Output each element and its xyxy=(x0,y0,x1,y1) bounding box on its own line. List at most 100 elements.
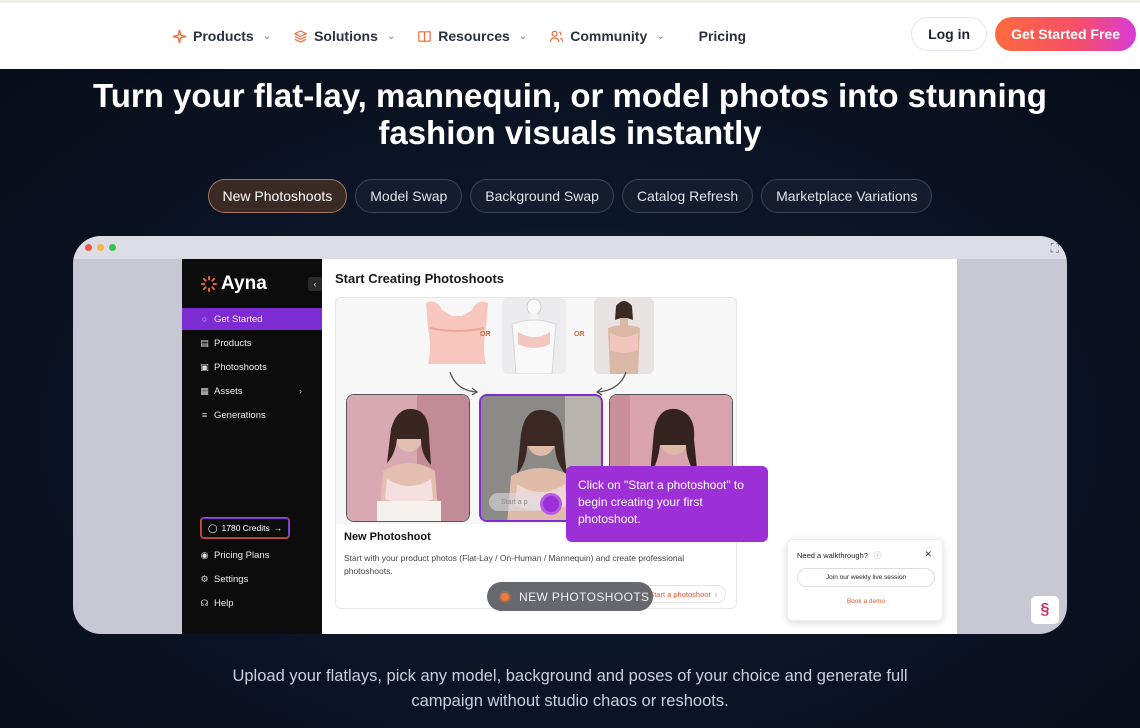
headphones-icon: ☊ xyxy=(200,597,209,608)
tab-background-swap[interactable]: Background Swap xyxy=(470,179,614,213)
close-icon[interactable]: ✕ xyxy=(924,549,932,560)
tag-icon: ◉ xyxy=(200,549,209,560)
image-icon: ▦ xyxy=(200,385,209,396)
sidebar-item-label: Generations xyxy=(214,409,266,421)
app-screen: Ayna ‹ ○ Get Started ▤ Products ▣ Photos… xyxy=(182,259,957,634)
sidebar-item-photoshoots[interactable]: ▣ Photoshoots xyxy=(182,356,322,378)
credits-button[interactable]: ◯ 1780 Credits → xyxy=(200,517,291,539)
close-dot-icon xyxy=(85,244,92,251)
top-navigation: Products ⌄ Solutions ⌄ Resources ⌄ Commu… xyxy=(0,0,1140,69)
page-title: Start Creating Photoshoots xyxy=(335,271,505,286)
collapse-sidebar-button[interactable]: ‹ xyxy=(308,277,322,291)
nav-item-label: Solutions xyxy=(314,28,378,44)
sidebar-item-help[interactable]: ☊ Help xyxy=(182,592,322,614)
sparkle-icon xyxy=(172,29,187,43)
nav-item-resources[interactable]: Resources ⌄ xyxy=(417,28,527,44)
minimize-dot-icon xyxy=(97,244,104,251)
join-live-session-button[interactable]: Join our weekly live session xyxy=(797,568,935,587)
coin-icon: ◯ xyxy=(208,522,218,533)
walkthrough-title: Need a walkthrough? ⓘ xyxy=(797,550,881,561)
chevron-down-icon: ⌄ xyxy=(518,30,528,42)
onboarding-tooltip: Click on "Start a photoshoot" to begin c… xyxy=(566,466,768,542)
info-icon: ⓘ xyxy=(873,551,882,560)
window-titlebar: ⛶ xyxy=(73,236,1067,259)
nav-item-community[interactable]: Community ⌄ xyxy=(549,28,665,44)
tab-model-swap[interactable]: Model Swap xyxy=(355,179,463,213)
chat-widget-icon[interactable]: § xyxy=(1031,596,1059,624)
nav-item-label: Pricing xyxy=(698,28,747,44)
sidebar-item-get-started[interactable]: ○ Get Started xyxy=(182,308,322,330)
nav-item-solutions[interactable]: Solutions ⌄ xyxy=(293,28,395,44)
hero-subtext: Upload your flatlays, pick any model, ba… xyxy=(0,664,1140,714)
mannequin-product-image xyxy=(502,298,566,374)
chevron-down-icon: ⌄ xyxy=(262,30,272,42)
new-photoshoots-badge: NEW PHOTOSHOOTS xyxy=(487,582,653,611)
or-label: OR xyxy=(480,331,491,338)
sidebar-item-label: Settings xyxy=(214,573,249,585)
start-photoshoot-label: Start a photoshoot xyxy=(649,589,711,599)
chevron-down-icon: ⌄ xyxy=(656,30,665,42)
sidebar-item-label: Pricing Plans xyxy=(214,549,270,561)
nav-item-label: Community xyxy=(570,28,648,44)
sidebar-item-products[interactable]: ▤ Products xyxy=(182,332,322,354)
nav-item-label: Resources xyxy=(438,28,510,44)
or-label: OR xyxy=(574,331,585,338)
badge-label: NEW PHOTOSHOOTS xyxy=(519,589,650,604)
app-preview-window: ⛶ Ayna ‹ ○ Get Started ▤ Products ▣ Phot… xyxy=(73,236,1067,634)
users-icon xyxy=(550,30,564,42)
start-photoshoot-link[interactable]: Start a photoshoot › xyxy=(640,585,726,603)
sidebar-item-generations[interactable]: ≡ Generations xyxy=(182,404,322,426)
chevron-right-icon: › xyxy=(714,589,718,599)
sidebar-item-label: Products xyxy=(214,337,252,349)
sidebar-item-settings[interactable]: ⚙ Settings xyxy=(182,568,322,590)
camera-icon: ▣ xyxy=(200,361,209,372)
tab-catalog-refresh[interactable]: Catalog Refresh xyxy=(621,179,754,213)
model-product-image xyxy=(594,298,654,374)
gear-icon: ⚙ xyxy=(200,573,209,584)
walkthrough-popup: Need a walkthrough? ⓘ ✕ Join our weekly … xyxy=(787,539,943,621)
nav-menu: Products ⌄ Solutions ⌄ Resources ⌄ Commu… xyxy=(172,3,768,69)
brand-logo: Ayna xyxy=(200,273,267,295)
new-photoshoot-card[interactable]: OR OR New Photoshoot Start with your pro… xyxy=(335,297,737,609)
hero-section: Turn your flat-lay, mannequin, or model … xyxy=(0,69,1140,728)
get-started-button[interactable]: Get Started Free xyxy=(995,17,1136,51)
nav-actions: Log in Get Started Free xyxy=(911,17,1136,51)
rocket-icon: ○ xyxy=(201,314,208,324)
sidebar-item-label: Assets xyxy=(214,385,243,397)
walkthrough-title-text: Need a walkthrough? xyxy=(797,551,868,560)
nav-item-label: Products xyxy=(193,28,254,44)
pointer-indicator xyxy=(540,493,562,515)
status-dot-icon xyxy=(501,592,509,601)
sidebar-item-label: Help xyxy=(214,597,234,609)
credits-label: 1780 Credits xyxy=(221,523,270,533)
sidebar-item-label: Get Started xyxy=(214,313,263,325)
chevron-right-icon: › xyxy=(299,386,302,396)
sidebar-item-pricing-plans[interactable]: ◉ Pricing Plans xyxy=(182,544,322,566)
book-demo-link[interactable]: Book a demo xyxy=(788,598,944,605)
nav-item-pricing[interactable]: Pricing xyxy=(699,28,746,44)
brand-name: Ayna xyxy=(221,273,267,294)
chevron-down-icon: ⌄ xyxy=(386,30,396,42)
sidebar-item-label: Photoshoots xyxy=(214,361,267,373)
fullscreen-icon[interactable]: ⛶ xyxy=(1051,241,1059,256)
result-photo-1 xyxy=(346,394,470,522)
nav-item-products[interactable]: Products ⌄ xyxy=(172,28,271,44)
start-photoshoot-button-ghost[interactable]: Start a p xyxy=(489,493,547,511)
hero-headline: Turn your flat-lay, mannequin, or model … xyxy=(0,77,1140,151)
login-button[interactable]: Log in xyxy=(911,17,988,51)
app-sidebar: Ayna ‹ ○ Get Started ▤ Products ▣ Photos… xyxy=(182,259,322,634)
feature-tabs: New Photoshoots Model Swap Background Sw… xyxy=(0,179,1140,213)
headline-line-2: fashion visuals instantly xyxy=(378,114,762,151)
headline-line-1: Turn your flat-lay, mannequin, or model … xyxy=(93,77,1047,114)
layers-icon xyxy=(293,29,308,43)
subtext-line-1: Upload your flatlays, pick any model, ba… xyxy=(232,667,908,685)
sidebar-item-assets[interactable]: ▦ Assets › xyxy=(182,380,322,402)
card-title: New Photoshoot xyxy=(344,531,431,543)
arrow-right-icon: → xyxy=(273,523,283,533)
tab-marketplace-variations[interactable]: Marketplace Variations xyxy=(761,179,933,213)
maximize-dot-icon xyxy=(109,244,116,251)
book-icon xyxy=(418,30,431,42)
tab-new-photoshoots[interactable]: New Photoshoots xyxy=(207,179,348,213)
box-icon: ▤ xyxy=(200,337,209,348)
subtext-line-2: campaign without studio chaos or reshoot… xyxy=(411,692,729,710)
